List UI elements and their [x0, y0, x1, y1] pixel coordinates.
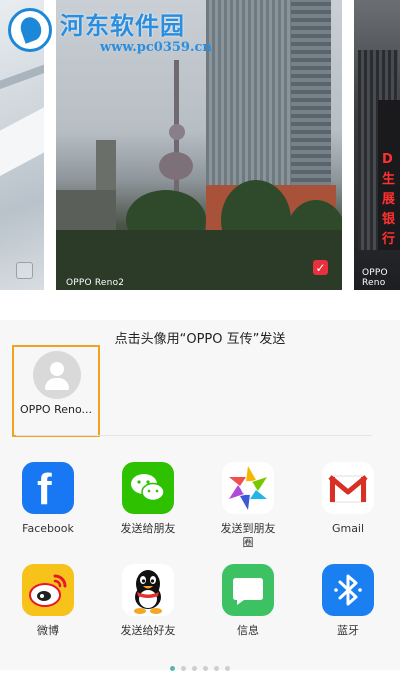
page-dot[interactable]: [181, 666, 186, 671]
photo-thumbnail-3[interactable]: D生展银行 OPPO Reno: [354, 0, 400, 290]
share-app-facebook[interactable]: f Facebook: [3, 462, 93, 536]
page-dot[interactable]: [192, 666, 197, 671]
share-app-label: 发送给好友: [120, 624, 176, 637]
sheet-gap: [0, 292, 400, 320]
photo-label-partial: OPPO Reno: [362, 268, 388, 288]
share-app-label: 信息: [237, 624, 259, 637]
share-app-gmail[interactable]: Gmail: [303, 462, 393, 536]
divider: [16, 435, 372, 436]
photo-label: OPPO Reno2: [66, 278, 125, 288]
weibo-icon: [22, 564, 74, 616]
page-dot[interactable]: [170, 666, 175, 671]
facebook-icon: f: [22, 462, 74, 514]
share-app-label: Facebook: [22, 522, 74, 535]
oppo-share-device[interactable]: OPPO Reno...: [12, 345, 100, 437]
messages-icon: [222, 564, 274, 616]
wechat-icon: [122, 462, 174, 514]
share-app-label: 微博: [37, 624, 59, 637]
share-app-wechat[interactable]: 发送给朋友: [103, 462, 193, 536]
share-app-bluetooth[interactable]: 蓝牙: [303, 564, 393, 638]
watermark: 河东软件园 www.pc0359.cn: [0, 0, 212, 60]
gmail-icon: [322, 462, 374, 514]
watermark-url: www.pc0359.cn: [100, 40, 212, 55]
photo-select-checkbox-1[interactable]: [16, 262, 33, 279]
qq-icon: [122, 564, 174, 616]
share-app-moments[interactable]: 发送到朋友圈: [203, 462, 293, 550]
share-app-label: Gmail: [331, 522, 365, 535]
share-app-weibo[interactable]: 微博: [3, 564, 93, 638]
watermark-title: 河东软件园: [60, 11, 185, 40]
page-indicator: [0, 656, 400, 675]
photo-strip: OPPO Reno2 ✓ D生展银行 OPPO Reno 河东软件园 www.p…: [0, 0, 400, 292]
share-app-messages[interactable]: 信息: [203, 564, 293, 638]
share-app-label: 蓝牙: [337, 624, 359, 637]
photo-select-checkbox-2[interactable]: ✓: [313, 260, 328, 275]
share-app-label: 发送到朋友圈: [220, 522, 276, 549]
device-name: OPPO Reno...: [20, 403, 92, 416]
page-dot[interactable]: [214, 666, 219, 671]
share-app-qq[interactable]: 发送给好友: [103, 564, 193, 638]
moments-icon: [222, 462, 274, 514]
page-dot[interactable]: [203, 666, 208, 671]
avatar-icon: [33, 351, 81, 399]
share-app-label: 发送给朋友: [120, 522, 176, 535]
page-dot[interactable]: [225, 666, 230, 671]
bluetooth-icon: [322, 564, 374, 616]
watermark-logo-icon: [8, 8, 52, 52]
